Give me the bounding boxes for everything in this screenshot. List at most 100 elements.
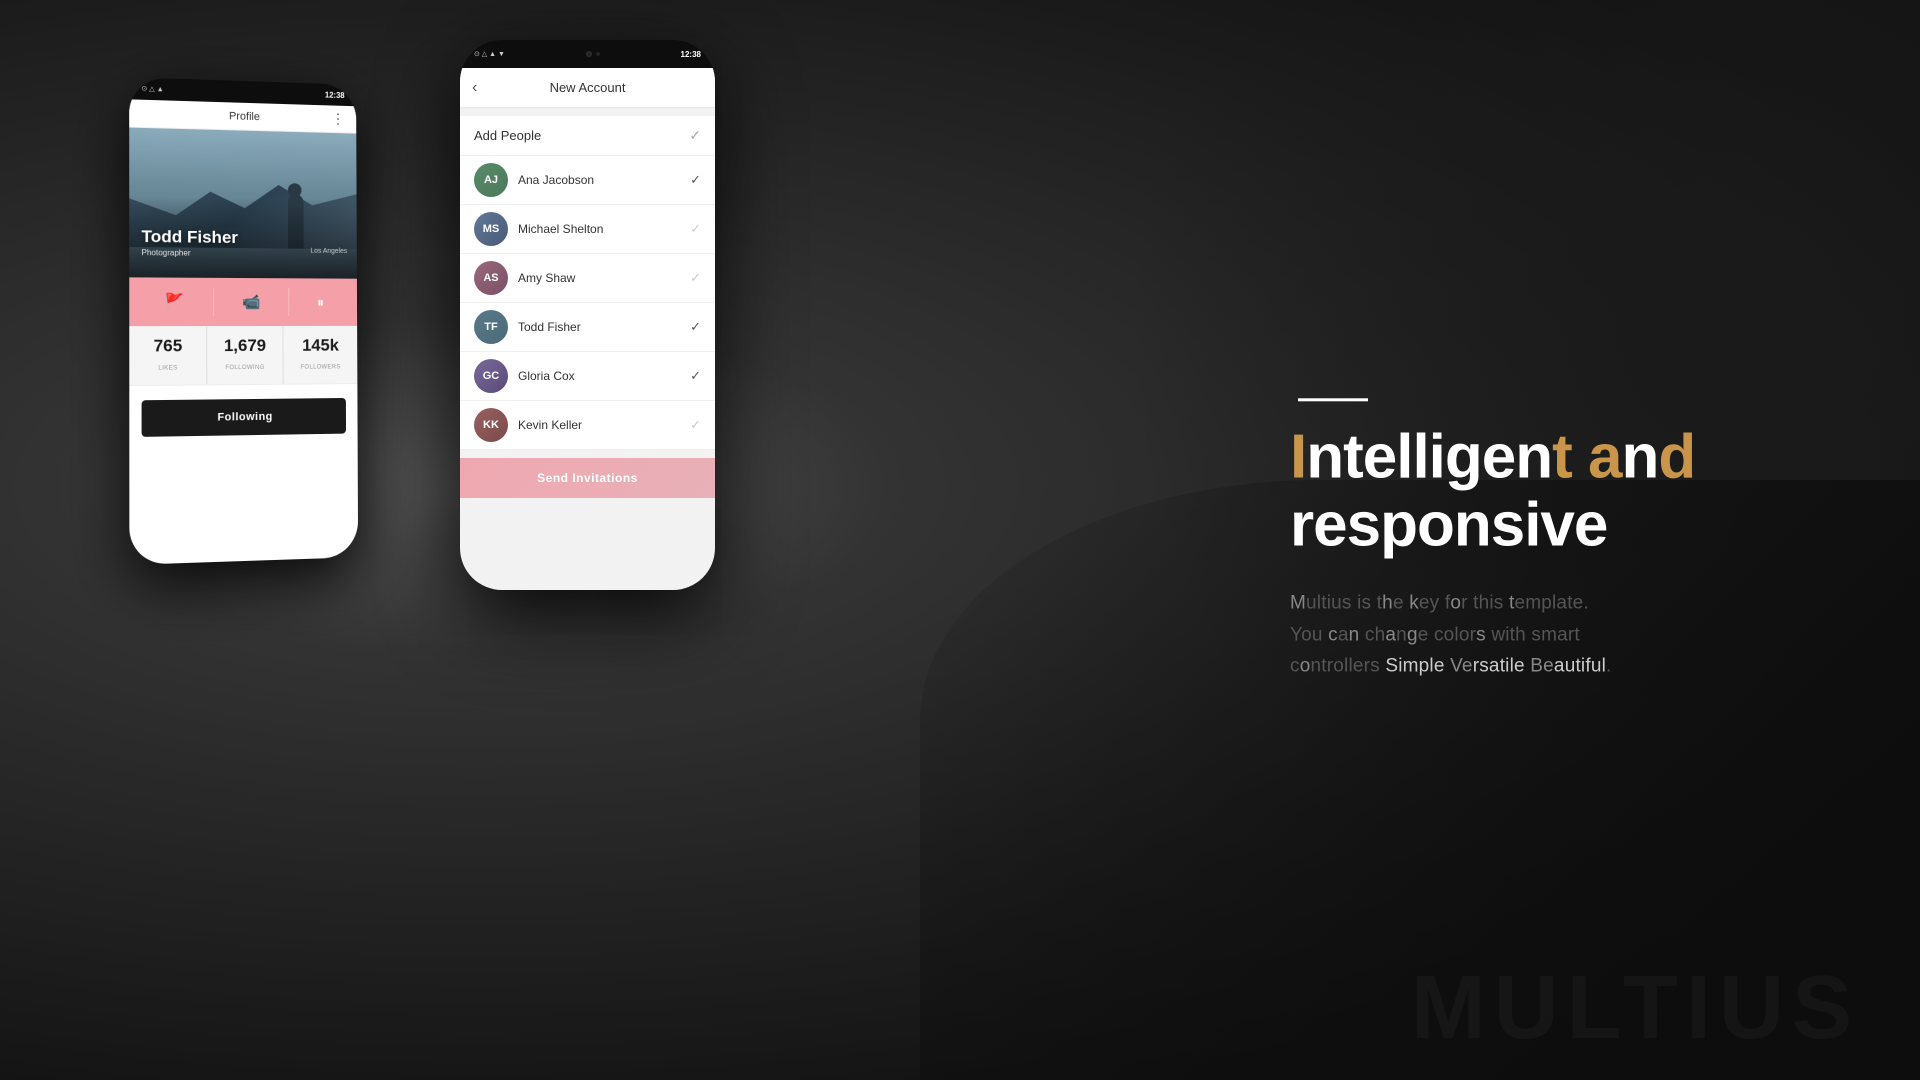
person-name: Ana Jacobson [518,173,680,187]
person-avatar: KK [474,408,508,442]
pause-icon[interactable]: ⏸ [317,294,324,311]
bookmark-icon[interactable]: 🚩 [164,292,184,312]
person-row[interactable]: KK Kevin Keller ✓ [460,401,715,450]
phone1-title: Profile [229,110,260,123]
screen-title: New Account [550,80,626,95]
person-row[interactable]: GC Gloria Cox ✓ [460,352,715,401]
subtext-o: o [1450,593,1461,614]
back-arrow-icon[interactable]: ‹ [472,79,477,97]
heading-I: I [1290,422,1306,491]
heading-d: d [1658,422,1695,491]
subtext-rest8: n [1396,624,1407,645]
person-row[interactable]: MS Michael Shelton ✓ [460,205,715,254]
subtext-period: . [1606,655,1611,676]
profile-name-overlay: Todd Fisher Photographer [141,227,237,258]
phone1-hero: Todd Fisher Photographer Los Angeles [129,128,357,279]
profile-location: Los Angeles [310,248,347,255]
subtext-rest2: e [1393,593,1409,614]
heading-line2: responsive [1290,490,1607,559]
heading-n: n [1622,422,1659,491]
action-divider-2 [288,288,289,316]
followers-number: 145k [287,336,353,356]
phone-1: ⊙ △ ▲ 12:38 Profile ⋮ Todd Fisher Photog… [129,77,358,565]
action-divider-1 [213,288,214,316]
subtext-rest7: ch [1359,624,1385,645]
subtext-rest9: e color [1418,624,1476,645]
subtext-ve: Ve [1450,655,1473,676]
subtext-m: M [1290,593,1306,614]
phone2-screen: ‹ New Account Add People ✓ AJ Ana Jacobso… [460,68,715,590]
person-row[interactable]: ASAmy Shaw✓ [460,254,715,303]
person-check-icon: ✓ [690,368,701,384]
phone1-screen: Profile ⋮ Todd Fisher Photographer Los A… [129,99,358,565]
person-row[interactable]: TF Todd Fisher ✓ [460,303,715,352]
subtext: Multius is the key for this template. Yo… [1290,588,1830,682]
phone1-status-icons: ⊙ △ ▲ [141,85,163,94]
stat-followers: 145k FOLLOWERS [283,326,357,384]
subtext-autiful: autiful [1554,655,1606,676]
profile-title: Photographer [141,248,237,258]
hero-person-head [288,183,302,197]
new-account-bar: ‹ New Account [460,68,715,108]
person-check-icon: ✓ [690,417,701,433]
subtext-rest4: r this [1461,593,1509,614]
profile-stats: 765 LIKES 1,679 FOLLOWING 145k FOLLOWERS [129,326,357,386]
person-row[interactable]: AJ Ana Jacobson ✓ [460,156,715,205]
main-heading: Intelligent and responsive [1290,423,1830,559]
subtext-rest1: ultius is t [1306,593,1382,614]
subtext-s1: s [1476,624,1486,645]
add-people-title: Add People [474,128,541,143]
phone2-time: 12:38 [681,50,701,59]
subtext-rsatile: rsatile [1473,655,1525,676]
subtext-o2: o [1300,655,1311,676]
phone-2: ⊙ △ ▲ ▼ 12:38 ‹ New Account Add People ✓… [460,40,715,590]
person-avatar: MS [474,212,508,246]
person-check-icon: ✓ [690,270,701,286]
add-people-check-icon: ✓ [689,127,701,144]
person-name: Kevin Keller [518,418,680,432]
add-people-header: Add People ✓ [460,116,715,156]
stat-following-col: 1,679 FOLLOWING [207,326,283,384]
subtext-beau: Be [1530,655,1554,676]
person-check-icon: ✓ [690,319,701,335]
subtext-rest11: ntrollers [1310,655,1385,676]
subtext-rest3: ey f [1419,593,1450,614]
following-label: FOLLOWING [225,365,264,371]
video-icon[interactable]: 📹 [242,293,261,311]
watermark: MULTIUS [1411,957,1860,1060]
likes-label: LIKES [158,365,177,371]
right-content: Intelligent and responsive Multius is th… [1290,398,1830,681]
subtext-e1: h [1382,593,1393,614]
person-check-icon: ✓ [690,172,701,188]
accent-line [1298,398,1368,401]
subtext-n2: n [1349,624,1360,645]
person-name: Michael Shelton [518,222,680,236]
phone2-top-bar: ⊙ △ ▲ ▼ 12:38 [460,40,715,68]
person-name: Todd Fisher [518,320,680,334]
person-avatar: TF [474,310,508,344]
subtext-simple: Simple [1385,655,1444,676]
person-avatar: AJ [474,163,508,197]
subtext-a2: a [1385,624,1396,645]
followers-label: FOLLOWERS [301,364,341,370]
following-label-text: Following [217,411,272,424]
subtext-a1: c [1328,624,1338,645]
phone2-camera [586,51,600,57]
person-avatar: GC [474,359,508,393]
subtext-e2: k [1409,593,1419,614]
send-button-label: Send Invitations [537,471,638,485]
people-list: AJAna Jacobson✓MSMichael Shelton✓ASAmy S… [460,156,715,450]
phone2-status-icons: ⊙ △ ▲ ▼ [474,50,505,58]
profile-name: Todd Fisher [141,227,237,248]
person-name: Gloria Cox [518,369,680,383]
add-people-section: Add People ✓ AJ Ana Jacobson ✓ MS Michael Sh… [460,116,715,450]
person-name: Amy Shaw [518,271,680,285]
following-button[interactable]: Following [142,398,346,437]
likes-number: 765 [133,336,202,356]
subtext-rest6: a [1338,624,1349,645]
send-invitations-button[interactable]: Send Invitations [460,458,715,498]
phone1-time: 12:38 [325,90,345,99]
stat-likes: 765 LIKES [129,326,207,385]
heading-line1-rest: ntelligen [1306,422,1552,491]
person-check-icon: ✓ [690,221,701,237]
